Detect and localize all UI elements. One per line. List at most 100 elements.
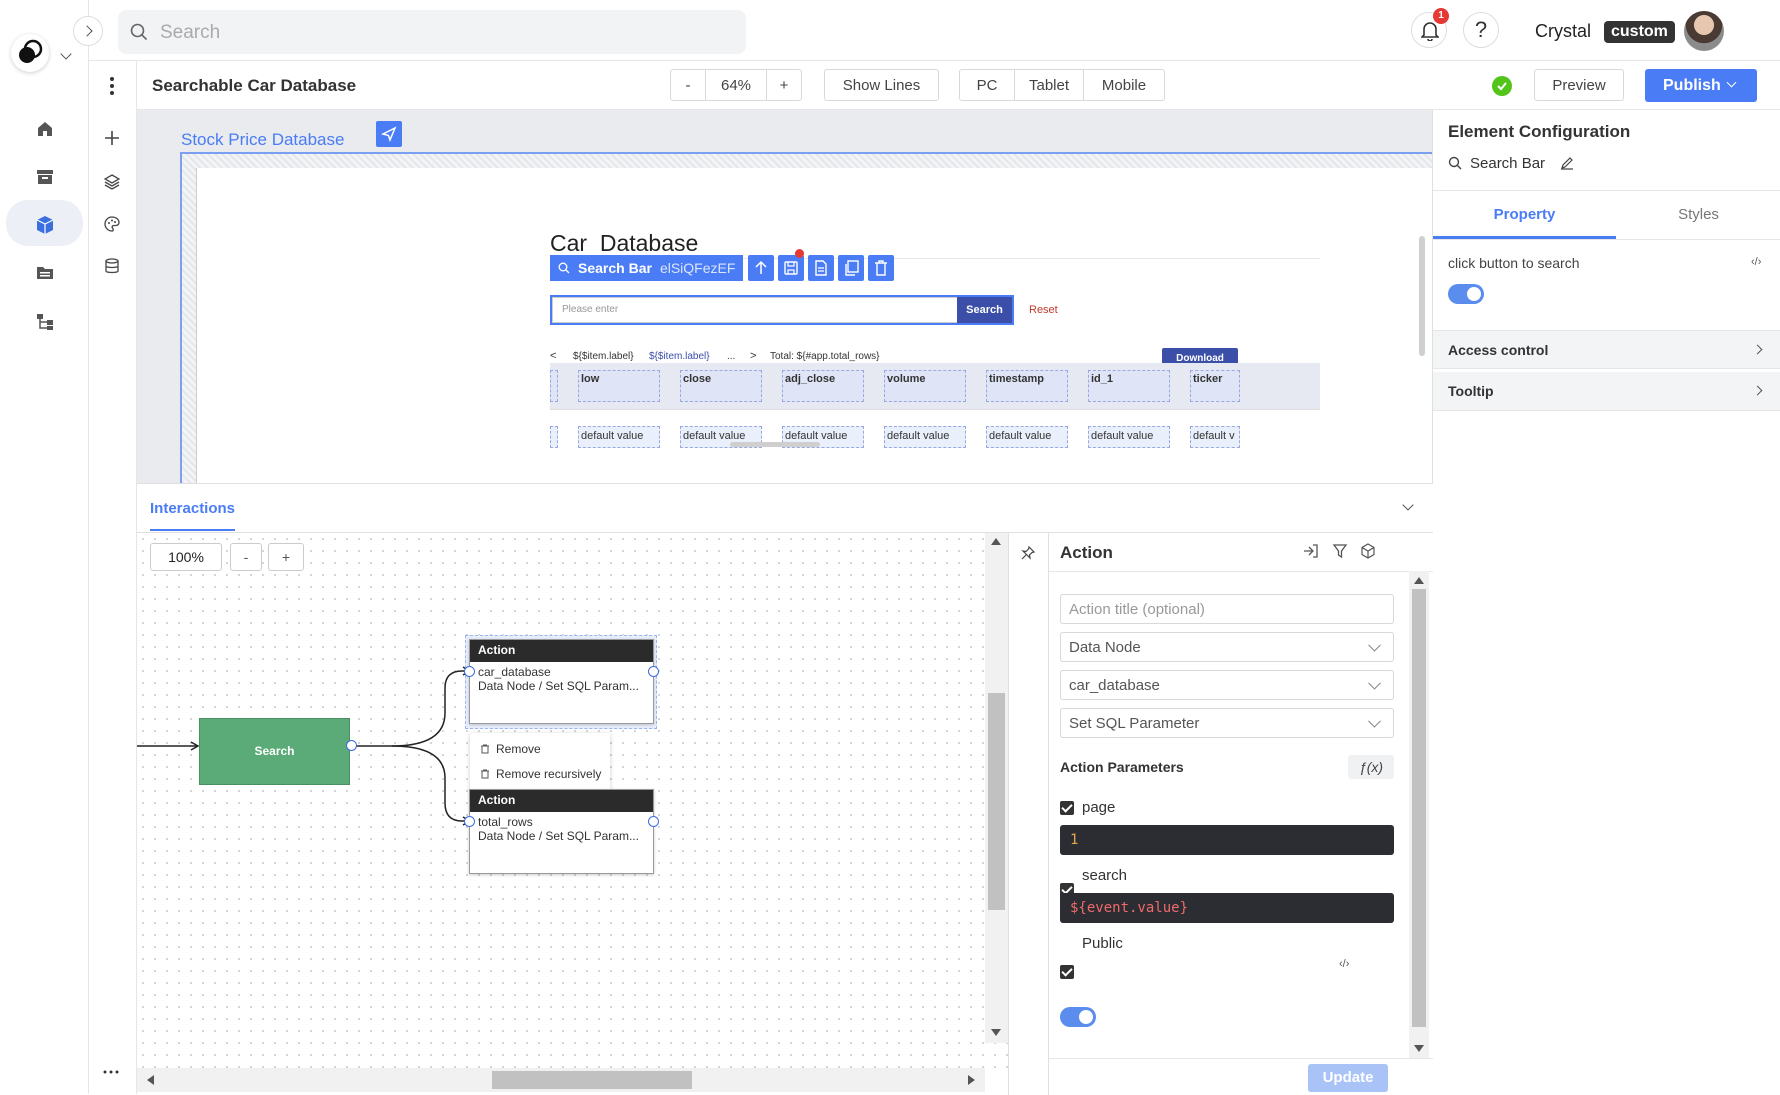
notifications-button[interactable]: 1 — [1411, 8, 1449, 48]
filter-icon[interactable] — [1332, 543, 1348, 559]
table-cell[interactable]: default value — [884, 426, 966, 448]
document-button[interactable] — [808, 255, 834, 281]
table-column-header[interactable]: id_1 — [1088, 370, 1170, 402]
flow-horizontal-scrollbar[interactable] — [137, 1068, 985, 1092]
package-icon[interactable] — [1360, 543, 1376, 559]
app-logo[interactable] — [11, 34, 49, 72]
design-canvas[interactable]: Stock Price Database Car Database Search… — [137, 110, 1433, 483]
action-output-port[interactable] — [648, 666, 659, 677]
table-column-header[interactable]: volume — [884, 370, 966, 402]
add-icon[interactable] — [103, 129, 121, 147]
action-title-input[interactable]: Action title (optional) — [1060, 594, 1394, 624]
canvas-vertical-scrollbar[interactable] — [1419, 236, 1425, 356]
cube-icon[interactable] — [35, 215, 55, 235]
zoom-level[interactable]: 64% — [705, 69, 767, 101]
expand-sidebar-button[interactable] — [73, 16, 103, 46]
selected-element-tag[interactable]: Search Bar elSiQFezEF — [550, 255, 743, 281]
action-target-select[interactable]: car_database — [1060, 670, 1394, 700]
publish-button[interactable]: Publish — [1645, 69, 1757, 102]
more-horizontal-icon[interactable] — [103, 1070, 119, 1074]
scroll-up-arrow[interactable] — [1414, 577, 1424, 584]
menu-item-remove-recursively[interactable]: Remove recursively — [480, 767, 601, 781]
scroll-thumb[interactable] — [492, 1071, 692, 1089]
avatar[interactable] — [1684, 11, 1724, 51]
save-component-button[interactable] — [778, 249, 804, 281]
zoom-in-button[interactable]: + — [766, 69, 802, 101]
action-node[interactable]: Action total_rows Data Node / Set SQL Pa… — [469, 789, 654, 874]
action-type-select[interactable]: Data Node — [1060, 632, 1394, 662]
tooltip-section[interactable]: Tooltip — [1433, 372, 1780, 411]
more-vertical-icon[interactable] — [110, 76, 114, 96]
search-submit-button[interactable]: Search — [957, 297, 1012, 323]
search-bar-component[interactable]: Please enter Search — [550, 295, 1014, 325]
table-horizontal-scrollbar[interactable] — [730, 442, 820, 447]
scroll-down-arrow[interactable] — [991, 1029, 1001, 1036]
select-parent-button[interactable] — [748, 255, 774, 281]
preview-button[interactable]: Preview — [1534, 69, 1624, 101]
table-cell[interactable]: default v — [1190, 426, 1240, 448]
scroll-thumb[interactable] — [1412, 589, 1426, 1027]
action-input-port[interactable] — [464, 816, 475, 827]
tab-property[interactable]: Property — [1433, 206, 1616, 223]
scroll-thumb[interactable] — [988, 693, 1005, 910]
scroll-left-arrow[interactable] — [147, 1075, 154, 1085]
trigger-node-search[interactable]: Search — [199, 718, 350, 785]
tab-styles[interactable]: Styles — [1616, 206, 1780, 223]
home-icon[interactable] — [36, 120, 54, 138]
scroll-right-arrow[interactable] — [968, 1075, 975, 1085]
flow-vertical-scrollbar[interactable] — [985, 533, 1008, 1043]
click-to-search-toggle[interactable] — [1448, 284, 1484, 304]
frame-navigate-button[interactable] — [376, 121, 402, 147]
table-column-header[interactable]: low — [578, 370, 660, 402]
global-search-input[interactable]: Search — [118, 10, 746, 54]
code-toggle-icon[interactable]: ‹/› — [1339, 958, 1349, 970]
access-control-section[interactable]: Access control — [1433, 330, 1780, 369]
archive-icon[interactable] — [36, 168, 54, 186]
zoom-out-button[interactable]: - — [670, 69, 706, 101]
code-toggle-icon[interactable]: ‹/› — [1751, 256, 1761, 268]
scroll-down-arrow[interactable] — [1414, 1045, 1424, 1052]
search-field[interactable] — [552, 297, 1012, 323]
edit-name-icon[interactable] — [1560, 156, 1574, 170]
table-column-header[interactable]: close — [680, 370, 762, 402]
param-search-editor[interactable]: ${event.value} — [1060, 893, 1394, 923]
table-cell[interactable]: default value — [578, 426, 660, 448]
action-node[interactable]: Action car_database Data Node / Set SQL … — [469, 639, 654, 724]
update-button[interactable]: Update — [1308, 1064, 1388, 1092]
tab-interactions[interactable]: Interactions — [150, 500, 235, 517]
pagination-next[interactable]: > — [750, 350, 756, 362]
param-page-editor[interactable]: 1 — [1060, 825, 1394, 855]
reset-link[interactable]: Reset — [1029, 304, 1058, 316]
table-cell[interactable]: default value — [1088, 426, 1170, 448]
pin-icon[interactable] — [1021, 546, 1035, 560]
chevron-down-icon[interactable] — [60, 48, 72, 60]
workflow-icon[interactable] — [36, 313, 54, 331]
table-cell[interactable]: default value — [986, 426, 1068, 448]
help-button[interactable]: ? — [1463, 12, 1499, 48]
fx-button[interactable]: ƒ(x) — [1348, 755, 1394, 779]
layers-icon[interactable] — [104, 174, 120, 190]
device-mobile-button[interactable]: Mobile — [1083, 69, 1165, 101]
duplicate-button[interactable] — [838, 255, 864, 281]
trigger-output-port[interactable] — [346, 740, 357, 751]
collapse-panel-button[interactable] — [1402, 499, 1414, 511]
flow-canvas[interactable]: 100% - + Search Action car_database Data… — [137, 533, 1008, 1076]
public-toggle[interactable] — [1060, 1007, 1096, 1027]
device-tablet-button[interactable]: Tablet — [1014, 69, 1084, 101]
device-pc-button[interactable]: PC — [959, 69, 1015, 101]
app-heading[interactable]: Car Database — [550, 230, 698, 257]
user-name[interactable]: Crystal — [1535, 21, 1591, 42]
frame-title[interactable]: Stock Price Database — [181, 130, 344, 150]
pagination-item[interactable]: ${$item.label} — [649, 351, 710, 362]
action-method-select[interactable]: Set SQL Parameter — [1060, 708, 1394, 738]
public-checkbox[interactable] — [1060, 965, 1074, 979]
action-output-port[interactable] — [648, 816, 659, 827]
delete-button[interactable] — [868, 255, 894, 281]
table-column-header[interactable]: ticker — [1190, 370, 1240, 402]
menu-item-remove[interactable]: Remove — [480, 742, 541, 756]
scroll-up-arrow[interactable] — [991, 538, 1001, 545]
palette-icon[interactable] — [104, 216, 120, 232]
action-panel-scrollbar[interactable] — [1409, 571, 1429, 1058]
pagination-item[interactable]: ${$item.label} — [573, 351, 634, 362]
folder-icon[interactable] — [36, 264, 54, 282]
